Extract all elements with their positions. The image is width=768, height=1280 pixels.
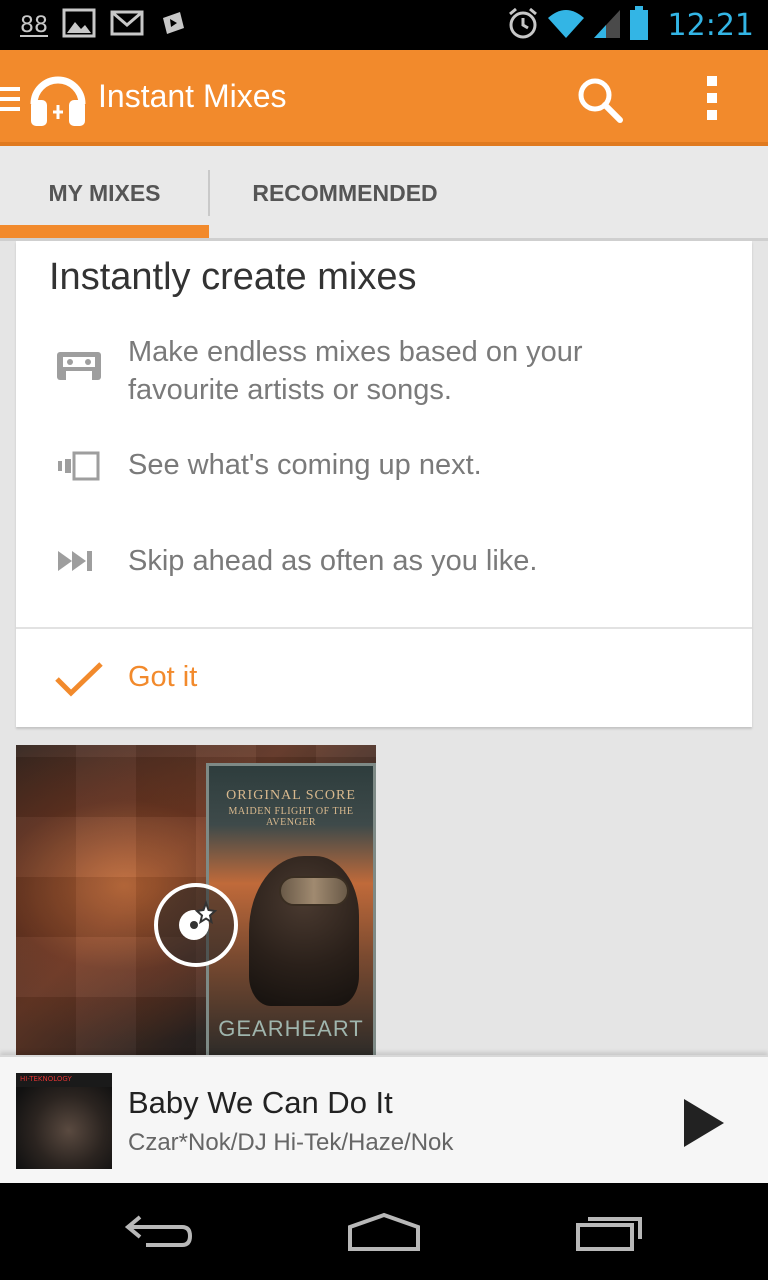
tab-selected-indicator <box>0 225 209 238</box>
now-playing-artist: Czar*Nok/DJ Hi-Tek/Haze/Nok <box>128 1129 454 1156</box>
mix-tile[interactable]: ORIGINAL SCORE MAIDEN FLIGHT OF THE AVEN… <box>16 745 376 1057</box>
drawer-icon[interactable] <box>0 87 22 115</box>
card-title: Instantly create mixes <box>49 256 417 298</box>
album-brand: GEARHEART <box>218 1016 364 1041</box>
gmail-icon <box>110 10 144 40</box>
tab-recommended[interactable]: RECOMMENDED <box>210 146 480 241</box>
now-playing-title: Baby We Can Do It <box>128 1085 393 1120</box>
queue-icon <box>56 451 100 485</box>
intro-card: Instantly create mixes Make endless mixe… <box>16 241 752 727</box>
album-art-label: HI-TEKNOLOGY <box>20 1075 72 1083</box>
album-title: ORIGINAL SCORE <box>226 788 356 803</box>
play-store-icon <box>158 8 188 42</box>
clock: 12:21 <box>667 7 754 43</box>
page-title: Instant Mixes <box>98 78 287 114</box>
play-icon[interactable] <box>682 1097 726 1153</box>
tab-bar: MY MIXES RECOMMENDED <box>0 146 768 241</box>
signal-icon <box>592 6 622 44</box>
wifi-icon <box>546 6 586 44</box>
overflow-menu-icon[interactable] <box>704 76 720 124</box>
battery-icon <box>628 5 650 45</box>
search-icon[interactable] <box>576 76 624 128</box>
now-playing-bar[interactable]: HI-TEKNOLOGY Baby We Can Do It Czar*Nok/… <box>0 1055 768 1183</box>
back-icon[interactable] <box>124 1211 196 1257</box>
picture-icon <box>62 8 96 42</box>
home-icon[interactable] <box>346 1211 422 1257</box>
instant-mix-button[interactable] <box>154 883 238 967</box>
cassette-icon <box>56 351 102 385</box>
checkmark-icon <box>54 661 104 701</box>
recent-apps-icon[interactable] <box>574 1211 646 1257</box>
action-bar: Instant Mixes <box>0 50 768 146</box>
feature-text: Make endless mixes based on your favouri… <box>128 336 583 406</box>
headphones-logo-icon[interactable] <box>28 68 88 134</box>
album-goggles <box>279 876 349 906</box>
notification-count: 88 <box>20 12 48 38</box>
album-subtitle: MAIDEN FLIGHT OF THE AVENGER <box>228 806 354 828</box>
got-it-label: Got it <box>128 661 198 693</box>
now-playing-album-art: HI-TEKNOLOGY <box>16 1073 112 1169</box>
feature-text: See what's coming up next. <box>128 449 482 481</box>
instant-mix-icon <box>173 900 219 950</box>
got-it-button[interactable]: Got it <box>16 629 752 727</box>
skip-next-icon <box>56 549 96 577</box>
feature-text: Skip ahead as often as you like. <box>128 545 538 577</box>
status-bar: 88 12:21 <box>0 0 768 50</box>
system-nav-bar <box>0 1183 768 1280</box>
alarm-icon <box>506 6 540 44</box>
